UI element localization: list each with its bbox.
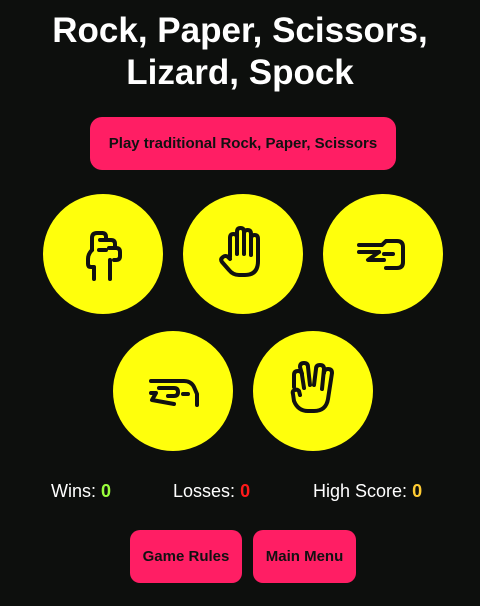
traditional-mode-button[interactable]: Play traditional Rock, Paper, Scissors — [90, 117, 396, 170]
scissors-hand-icon — [357, 239, 405, 270]
main-menu-button[interactable]: Main Menu — [253, 530, 356, 583]
spock-choice-button[interactable] — [253, 331, 373, 451]
lizard-choice-button[interactable] — [113, 331, 233, 451]
page-title-line-2: Lizard, Spock — [126, 53, 354, 92]
high-score-label: High Score: — [313, 481, 408, 501]
lizard-hand-icon — [149, 379, 199, 407]
open-hand-icon — [219, 226, 260, 277]
wins-label: Wins: — [51, 481, 96, 501]
fist-hand-icon — [86, 231, 122, 281]
high-score-stat: High Score: 0 — [313, 480, 422, 502]
game-screen: Rock, Paper, Scissors, Lizard, Spock Pla… — [0, 0, 480, 606]
vulcan-salute-hand-icon — [290, 361, 334, 413]
losses-label: Losses: — [173, 481, 236, 501]
paper-choice-button[interactable] — [183, 194, 303, 314]
wins-stat: Wins: 0 — [51, 480, 111, 502]
scissors-choice-button[interactable] — [323, 194, 443, 314]
losses-count: 0 — [240, 481, 251, 501]
high-score-count: 0 — [412, 481, 423, 501]
rock-choice-button[interactable] — [43, 194, 163, 314]
page-title-line-1: Rock, Paper, Scissors, — [52, 11, 428, 50]
game-rules-button[interactable]: Game Rules — [130, 530, 242, 583]
wins-count: 0 — [101, 481, 112, 501]
losses-stat: Losses: 0 — [173, 480, 250, 502]
